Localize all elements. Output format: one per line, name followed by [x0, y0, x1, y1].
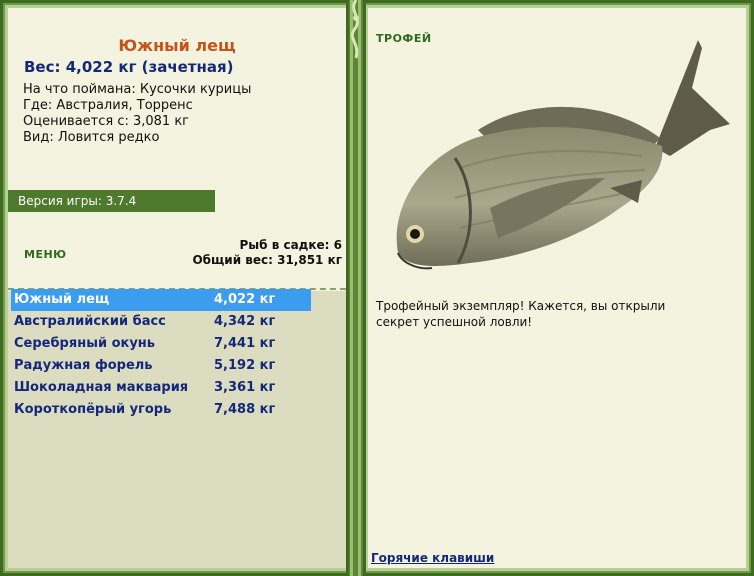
divider-edge — [346, 0, 349, 576]
trophy-message: Трофейный экземпляр! Кажется, вы открыли… — [376, 299, 666, 329]
fish-list-item[interactable]: Радужная форель 5,192 кг — [11, 355, 311, 377]
panel-divider — [346, 0, 366, 576]
fish-list-item-name: Радужная форель — [14, 358, 153, 373]
total-weight: Общий вес: 31,851 кг — [192, 253, 342, 267]
left-panel: Южный лещ Вес: 4,022 кг (зачетная) На чт… — [8, 8, 346, 568]
fish-list-item-name: Шоколадная маквария — [14, 380, 189, 395]
right-panel: ТРОФЕЙ Трофейный экземпляр! Кажется, вы … — [368, 8, 746, 568]
fish-kind-info: Вид: Ловится редко — [23, 130, 160, 145]
fish-list-item-name: Серебряный окунь — [14, 336, 156, 351]
fish-list-item-name: Южный лещ — [14, 292, 110, 307]
fish-list-item-weight: 5,192 кг — [214, 358, 276, 373]
keepnet-stats: Рыб в садке: 6 Общий вес: 31,851 кг — [192, 238, 342, 268]
divider-highlight — [358, 0, 361, 576]
fish-list-item[interactable]: Австралийский басс 4,342 кг — [11, 311, 311, 333]
fish-list-item-name: Австралийский басс — [14, 314, 166, 329]
fish-list-item[interactable]: Серебряный окунь 7,441 кг — [11, 333, 311, 355]
fish-value-info: Оценивается с: 3,081 кг — [23, 114, 190, 129]
divider-highlight — [350, 0, 353, 576]
fish-bait-info: На что поймана: Кусочки курицы — [23, 82, 252, 97]
divider-edge — [363, 0, 366, 576]
fish-list-item-weight: 4,342 кг — [214, 314, 276, 329]
hotkeys-link[interactable]: Горячие клавиши — [371, 551, 494, 565]
fish-list-item-name: Короткопёрый угорь — [14, 402, 172, 417]
vine-ornament-icon — [350, 0, 359, 59]
fish-list-item[interactable]: Южный лещ 4,022 кг — [11, 289, 311, 311]
fish-list-item-weight: 7,441 кг — [214, 336, 276, 351]
fish-list-item[interactable]: Короткопёрый угорь 7,488 кг — [11, 399, 311, 421]
selected-fish-name: Южный лещ — [118, 36, 236, 55]
fish-list-item-weight: 3,361 кг — [214, 380, 276, 395]
game-version-bar: Версия игры: 3.7.4 — [8, 190, 215, 212]
fish-list-item[interactable]: Шоколадная маквария 3,361 кг — [11, 377, 311, 399]
fish-list-item-weight: 7,488 кг — [214, 402, 276, 417]
fish-count: Рыб в садке: 6 — [239, 238, 343, 252]
menu-title[interactable]: МЕНЮ — [24, 248, 67, 261]
fish-list: Южный лещ 4,022 кг Австралийский басс 4,… — [11, 289, 311, 421]
fish-location-info: Где: Австралия, Торренс — [23, 98, 193, 113]
selected-fish-weight: Вес: 4,022 кг (зачетная) — [24, 58, 234, 76]
fish-list-item-weight: 4,022 кг — [214, 292, 276, 307]
fish-trophy-image — [396, 40, 730, 270]
